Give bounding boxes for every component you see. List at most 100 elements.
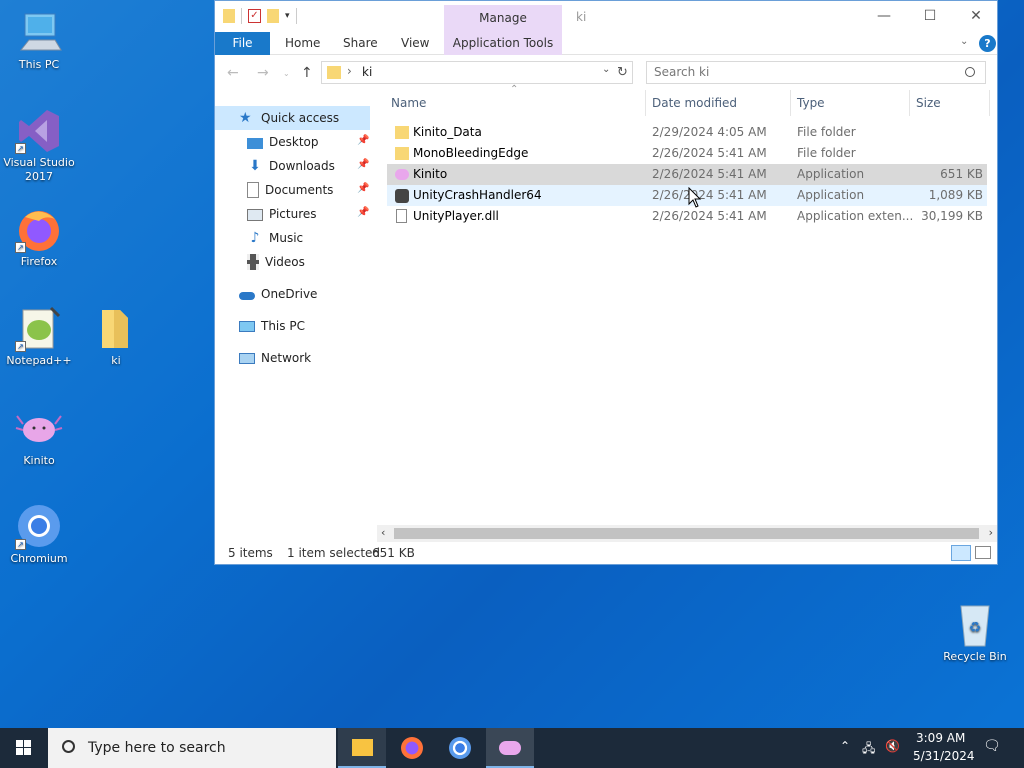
address-dropdown-icon[interactable]: ⌄ xyxy=(602,64,610,75)
help-icon[interactable]: ? xyxy=(979,35,996,52)
file-row[interactable]: Kinito_Data 2/29/2024 4:05 AM File folde… xyxy=(387,122,987,143)
minimize-button[interactable]: — xyxy=(861,1,907,32)
nav-onedrive[interactable]: OneDrive xyxy=(239,282,369,306)
desktop-icon-visual-studio[interactable]: ↗ Visual Studio 2017 xyxy=(1,106,77,184)
file-row-hover[interactable]: UnityCrashHandler64 2/26/2024 5:41 AM Ap… xyxy=(387,185,987,206)
nav-item-downloads[interactable]: ⬇ Downloads xyxy=(247,154,372,178)
address-bar-row: ← → ⌄ ↑ › ki ⌄ ↻ Search ki xyxy=(215,55,997,90)
file-row-selected[interactable]: Kinito 2/26/2024 5:41 AM Application 651… xyxy=(387,164,987,185)
nav-item-music[interactable]: ♪ Music xyxy=(247,226,372,250)
nav-label: Quick access xyxy=(261,111,340,125)
shortcut-arrow-icon: ↗ xyxy=(15,539,26,550)
close-button[interactable]: ✕ xyxy=(953,1,999,32)
taskbar-file-explorer[interactable] xyxy=(338,728,386,768)
cloud-icon xyxy=(239,292,255,300)
network-icon xyxy=(239,353,255,364)
tab-home[interactable]: Home xyxy=(275,32,330,55)
nav-item-documents[interactable]: Documents xyxy=(247,178,372,202)
forward-button[interactable]: → xyxy=(257,65,269,81)
taskbar-kinito[interactable] xyxy=(486,728,534,768)
file-type: File folder xyxy=(797,146,856,160)
desktop-icon-label: Firefox xyxy=(20,255,58,268)
nav-label: Pictures xyxy=(269,207,317,221)
show-hidden-icons-icon[interactable]: ⌃ xyxy=(840,739,850,753)
start-button[interactable] xyxy=(0,728,48,768)
desktop-icon-chromium[interactable]: ↗ Chromium xyxy=(1,502,77,566)
firefox-icon xyxy=(401,737,423,759)
search-input[interactable]: Search ki xyxy=(646,61,986,84)
properties-icon[interactable]: ✓ xyxy=(248,9,261,23)
nav-network[interactable]: Network xyxy=(239,346,369,370)
recent-locations-icon[interactable]: ⌄ xyxy=(283,69,290,78)
file-size: 1,089 KB xyxy=(928,188,983,202)
maximize-button[interactable]: ☐ xyxy=(907,1,953,32)
up-button[interactable]: ↑ xyxy=(301,65,313,81)
desktop-icon-ki-folder[interactable]: ki xyxy=(78,304,154,368)
clock-date[interactable]: 5/31/2024 xyxy=(913,749,975,763)
nav-label: Videos xyxy=(265,255,305,269)
unity-crash-handler-icon xyxy=(395,189,409,203)
new-folder-icon[interactable] xyxy=(267,9,279,23)
details-view-icon[interactable] xyxy=(951,545,971,561)
desktop-icon-recycle-bin[interactable]: ♻ Recycle Bin xyxy=(937,600,1013,664)
nav-quick-access[interactable]: ★ Quick access xyxy=(215,106,370,130)
breadcrumb-separator-icon: › xyxy=(347,64,352,78)
tab-view[interactable]: View xyxy=(391,32,439,55)
nav-item-pictures[interactable]: Pictures xyxy=(247,202,372,226)
pin-icon: 📌 xyxy=(357,207,370,218)
item-count: 5 items xyxy=(228,546,273,560)
nav-item-videos[interactable]: Videos xyxy=(247,250,372,274)
customize-toolbar-icon[interactable]: ▾ xyxy=(285,11,290,21)
nav-label: This PC xyxy=(261,319,305,333)
tab-share[interactable]: Share xyxy=(333,32,388,55)
clock-time[interactable]: 3:09 AM xyxy=(916,731,965,745)
notepadpp-icon: ↗ xyxy=(15,304,63,352)
taskbar-chromium[interactable] xyxy=(436,728,484,768)
desktop-icon-kinito[interactable]: Kinito xyxy=(1,404,77,468)
desktop-icon-this-pc[interactable]: This PC xyxy=(1,8,77,72)
shortcut-arrow-icon: ↗ xyxy=(15,242,26,253)
desktop-icon-label-line2: 2017 xyxy=(25,170,53,183)
volume-muted-icon[interactable]: 🔇 xyxy=(885,739,900,753)
file-name: Kinito_Data xyxy=(413,125,482,139)
this-pc-icon xyxy=(15,8,63,56)
column-header-type[interactable]: Type xyxy=(797,96,825,110)
file-row[interactable]: UnityPlayer.dll 2/26/2024 5:41 AM Applic… xyxy=(387,206,987,227)
search-icon xyxy=(62,740,75,753)
file-date: 2/29/2024 4:05 AM xyxy=(652,125,767,139)
address-box[interactable]: › ki ⌄ xyxy=(321,61,633,84)
taskbar-search-box[interactable]: Type here to search xyxy=(48,728,336,768)
svg-text:♻: ♻ xyxy=(969,620,982,636)
file-type: Application exten... xyxy=(797,209,914,223)
column-header-date[interactable]: Date modified xyxy=(652,96,737,110)
column-header-size[interactable]: Size xyxy=(916,96,941,110)
download-arrow-icon: ⬇ xyxy=(249,158,261,174)
nav-item-desktop[interactable]: Desktop xyxy=(247,130,372,154)
desktop-icon-label: Kinito xyxy=(23,454,55,467)
title-bar: ✓ ▾ Manage ki — ☐ ✕ xyxy=(215,1,997,32)
manage-contextual-tab[interactable]: Manage xyxy=(444,5,562,32)
large-icons-view-icon[interactable] xyxy=(975,546,991,559)
column-header-name[interactable]: Name xyxy=(391,96,426,110)
tab-file[interactable]: File xyxy=(215,32,270,55)
taskbar-firefox[interactable] xyxy=(388,728,436,768)
horizontal-scrollbar[interactable]: ‹ › xyxy=(377,525,997,542)
nav-this-pc[interactable]: This PC xyxy=(239,314,369,338)
dll-file-icon xyxy=(396,209,407,223)
desktop-icon-firefox[interactable]: ↗ Firefox xyxy=(1,205,77,269)
chromium-icon xyxy=(449,737,471,759)
scroll-right-icon[interactable]: › xyxy=(989,526,993,539)
breadcrumb[interactable]: ki xyxy=(362,65,372,79)
expand-ribbon-icon[interactable]: ⌄ xyxy=(960,36,968,47)
tab-application-tools[interactable]: Application Tools xyxy=(444,32,562,55)
refresh-button[interactable]: ↻ xyxy=(617,65,628,80)
back-button[interactable]: ← xyxy=(227,65,239,81)
folder-icon[interactable] xyxy=(223,9,235,23)
network-status-icon[interactable]: 🖧 xyxy=(862,739,875,760)
desktop-icon-notepadpp[interactable]: ↗ Notepad++ xyxy=(1,304,77,368)
scroll-left-icon[interactable]: ‹ xyxy=(381,526,385,539)
nav-label: Documents xyxy=(265,183,334,197)
file-row[interactable]: MonoBleedingEdge 2/26/2024 5:41 AM File … xyxy=(387,143,987,164)
notifications-icon[interactable]: 🗨 xyxy=(983,738,1001,754)
scrollbar-thumb[interactable] xyxy=(394,528,979,539)
